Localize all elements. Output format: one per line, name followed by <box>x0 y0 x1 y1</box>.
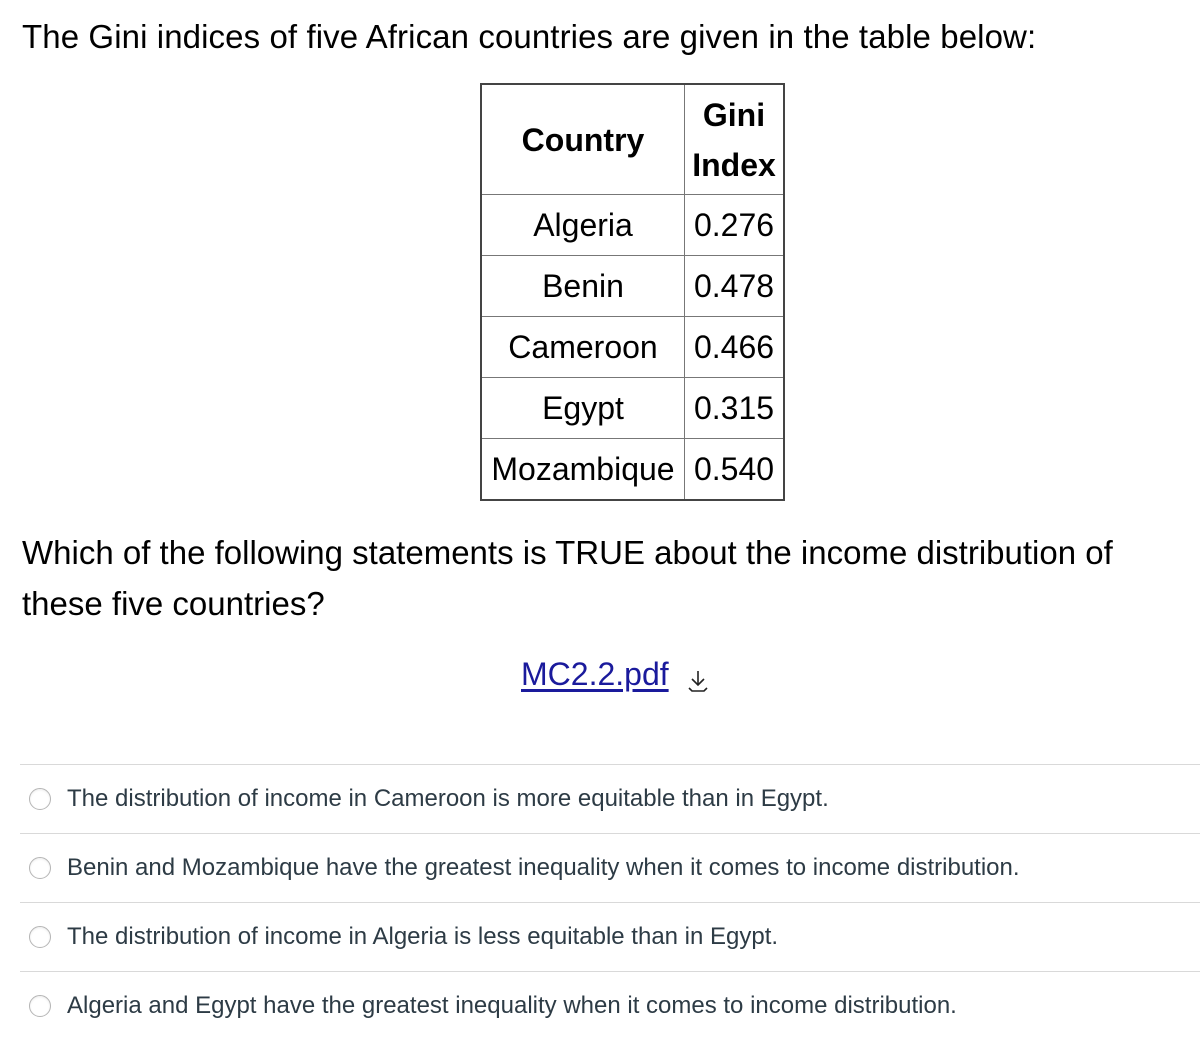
table-row: Cameroon 0.466 <box>480 316 785 378</box>
country-cell: Cameroon <box>480 316 685 378</box>
intro-text: The Gini indices of five African countri… <box>22 18 1037 55</box>
table-row: Benin 0.478 <box>480 255 785 317</box>
country-cell: Benin <box>480 255 685 317</box>
table-row: Algeria 0.276 <box>480 194 785 256</box>
header-gini-line2: Index <box>692 146 776 183</box>
gini-cell: 0.315 <box>684 377 785 439</box>
table-header-row: Country Gini Index <box>480 83 785 195</box>
answer-label: Algeria and Egypt have the greatest ineq… <box>67 992 957 1019</box>
header-gini-line1: Gini <box>702 96 766 133</box>
radio-button[interactable] <box>29 926 51 948</box>
answer-option[interactable]: The distribution of income in Cameroon i… <box>20 764 1200 833</box>
gini-cell: 0.540 <box>684 438 785 501</box>
header-gini-index: Gini Index <box>684 83 785 195</box>
radio-button[interactable] <box>29 995 51 1017</box>
country-cell: Algeria <box>480 194 685 256</box>
attachment: MC2.2.pdf <box>521 652 709 696</box>
radio-button[interactable] <box>29 857 51 879</box>
gini-cell: 0.478 <box>684 255 785 317</box>
answer-option[interactable]: The distribution of income in Algeria is… <box>20 902 1200 971</box>
gini-table: Country Gini Index Algeria 0.276 Benin 0… <box>480 83 785 501</box>
answer-option[interactable]: Benin and Mozambique have the greatest i… <box>20 833 1200 902</box>
country-cell: Egypt <box>480 377 685 439</box>
table-row: Mozambique 0.540 <box>480 438 785 501</box>
answer-label: The distribution of income in Cameroon i… <box>67 785 829 812</box>
country-cell: Mozambique <box>480 438 685 501</box>
table-row: Egypt 0.315 <box>480 377 785 439</box>
answer-label: The distribution of income in Algeria is… <box>67 923 779 950</box>
header-country: Country <box>480 83 685 195</box>
answer-label: Benin and Mozambique have the greatest i… <box>67 854 1020 881</box>
download-icon[interactable] <box>687 661 709 692</box>
gini-cell: 0.276 <box>684 194 785 256</box>
question-text: Which of the following statements is TRU… <box>22 534 1113 622</box>
answer-option[interactable]: Algeria and Egypt have the greatest ineq… <box>20 971 1200 1040</box>
radio-button[interactable] <box>29 788 51 810</box>
answer-list: The distribution of income in Cameroon i… <box>20 764 1200 1040</box>
gini-cell: 0.466 <box>684 316 785 378</box>
attachment-link[interactable]: MC2.2.pdf <box>521 652 669 696</box>
